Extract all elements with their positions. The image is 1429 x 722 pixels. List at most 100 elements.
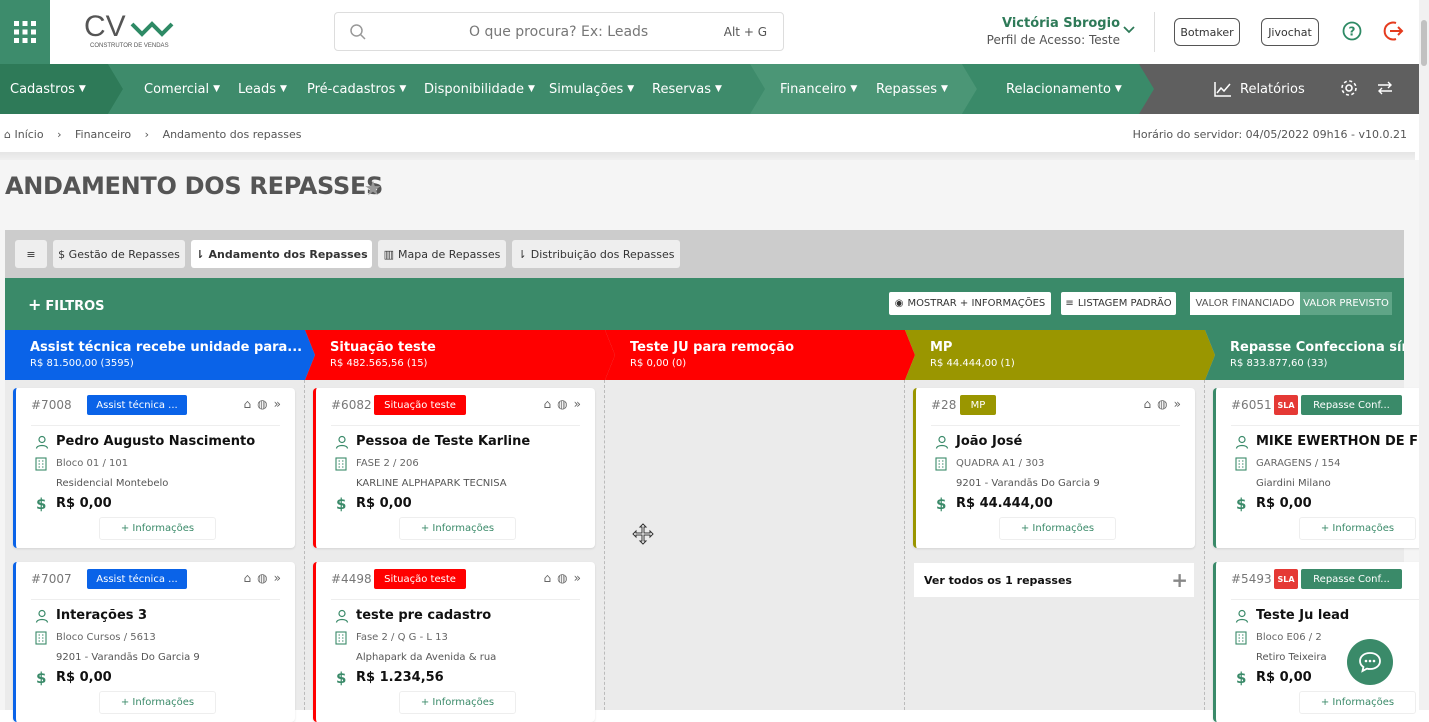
dollar-icon: $: [336, 495, 347, 513]
swap-icon[interactable]: [1377, 80, 1393, 96]
repasse-card[interactable]: #6082 Situação teste ⌂ ◍ » Pessoa de Teste Ka…: [313, 388, 595, 548]
chevron-down-icon: ▼: [715, 84, 722, 94]
double-chevron-right-icon[interactable]: »: [1174, 397, 1181, 411]
more-info-button[interactable]: + Informações: [99, 691, 216, 714]
map-icon: ▥: [383, 247, 395, 261]
chevron-down-icon: ▼: [528, 84, 535, 94]
botmaker-button[interactable]: Botmaker: [1174, 18, 1240, 46]
user-circle-icon[interactable]: ◍: [257, 571, 267, 585]
double-chevron-right-icon[interactable]: »: [274, 397, 281, 411]
show-more-info-button[interactable]: ◉ MOSTRAR + INFORMAÇÕES: [889, 292, 1051, 315]
tab-distribuicao[interactable]: ⇂ Distribuição dos Repasses: [512, 240, 680, 268]
card-value: R$ 0,00: [1256, 496, 1312, 511]
plus-icon[interactable]: +: [1171, 568, 1188, 592]
more-info-button[interactable]: + Informações: [999, 517, 1116, 540]
client-name[interactable]: teste pre cadastro: [356, 608, 491, 623]
expected-value-option[interactable]: VALOR PREVISTO: [1300, 292, 1392, 315]
user-circle-icon[interactable]: ◍: [257, 397, 267, 411]
gear-icon[interactable]: [1340, 79, 1358, 97]
financed-value-option[interactable]: VALOR FINANCIADO: [1190, 292, 1300, 315]
nav-leads[interactable]: Leads ▼: [238, 64, 287, 114]
search-input[interactable]: O que procura? Ex: Leads Alt + G: [334, 12, 784, 51]
home-icon[interactable]: ⌂: [544, 397, 552, 411]
home-icon[interactable]: ⌂: [4, 128, 11, 141]
client-name[interactable]: João José: [956, 434, 1022, 449]
user-circle-icon[interactable]: ◍: [1157, 397, 1167, 411]
home-icon[interactable]: ⌂: [544, 571, 552, 585]
double-chevron-right-icon[interactable]: »: [274, 571, 281, 585]
user-menu[interactable]: Victória Sbrogio Perfil de Acesso: Teste: [970, 16, 1120, 47]
more-info-button[interactable]: + Informações: [1299, 517, 1416, 540]
nav-reservas[interactable]: Reservas ▼: [652, 64, 722, 114]
column-header[interactable]: Repasse Confecciona sínte R$ 833.877,60 (…: [1205, 330, 1404, 380]
filters-toggle[interactable]: + FILTROS: [28, 295, 105, 314]
double-chevron-right-icon[interactable]: »: [574, 397, 581, 411]
move-cursor-icon: [632, 523, 654, 545]
enterprise-label: Giardini Milano: [1256, 478, 1331, 489]
user-circle-icon[interactable]: ◍: [557, 397, 567, 411]
chevron-down-icon[interactable]: [1123, 26, 1135, 34]
standard-listing-button[interactable]: ≡ LISTAGEM PADRÃO: [1061, 292, 1176, 315]
tab-mapa[interactable]: ▥ Mapa de Repasses: [378, 240, 506, 268]
menu-toggle-button[interactable]: ≡: [15, 240, 47, 268]
nav-relacionamento[interactable]: Relacionamento ▼: [1006, 64, 1122, 114]
building-icon: [935, 457, 947, 471]
breadcrumb-financeiro[interactable]: Financeiro: [75, 128, 131, 141]
more-info-button[interactable]: + Informações: [1299, 691, 1416, 714]
nav-cadastros[interactable]: Cadastros ▼: [10, 64, 86, 114]
repasse-card[interactable]: #5493SLARepasse Conf...⌂◍»Teste Ju leadB…: [1213, 562, 1429, 722]
repasse-card[interactable]: #4498 Situação teste ⌂ ◍ » teste pre cadastro…: [313, 562, 595, 722]
client-name[interactable]: Teste Ju lead: [1256, 608, 1349, 623]
client-name[interactable]: Pedro Augusto Nascimento: [56, 434, 255, 449]
logo[interactable]: CV CONSTRUTOR DE VENDAS: [84, 10, 176, 50]
breadcrumb-home[interactable]: Início: [14, 128, 43, 141]
nav-simulacoes[interactable]: Simulações ▼: [549, 64, 634, 114]
home-icon[interactable]: ⌂: [244, 571, 252, 585]
client-name[interactable]: Pessoa de Teste Karline: [356, 434, 530, 449]
search-shortcut: Alt + G: [723, 25, 767, 39]
nav-relatorios[interactable]: Relatórios: [1214, 64, 1305, 114]
main-nav: Cadastros ▼ Comercial ▼ Leads ▼ Pré-cadastr…: [0, 64, 1419, 114]
column-header[interactable]: MP R$ 44.444,00 (1): [905, 330, 1205, 380]
repasse-card[interactable]: #7008 Assist técnica ... ⌂ ◍ » Pedro Augusto …: [13, 388, 295, 548]
client-name[interactable]: Interações 3: [56, 608, 147, 623]
scrollbar[interactable]: [1419, 0, 1429, 710]
jivochat-button[interactable]: Jivochat: [1261, 18, 1319, 46]
more-info-button[interactable]: + Informações: [99, 517, 216, 540]
nav-comercial[interactable]: Comercial ▼: [144, 64, 220, 114]
more-info-button[interactable]: + Informações: [399, 517, 516, 540]
nav-financeiro[interactable]: Financeiro ▼: [780, 64, 857, 114]
column-header[interactable]: Assist técnica recebe unidade para... R$ …: [5, 330, 305, 380]
nav-disponibilidade[interactable]: Disponibilidade ▼: [424, 64, 535, 114]
tab-gestao[interactable]: $ Gestão de Repasses: [53, 240, 185, 268]
logout-icon[interactable]: [1383, 20, 1405, 42]
tab-andamento[interactable]: ⇂ Andamento dos Repasses: [191, 240, 372, 268]
chevron-down-icon: ▼: [78, 84, 86, 94]
double-chevron-right-icon[interactable]: »: [574, 571, 581, 585]
repasse-card[interactable]: #6051SLARepasse Conf...⌂◍»MIKE EWERTHON …: [1213, 388, 1429, 548]
more-info-button[interactable]: + Informações: [399, 691, 516, 714]
star-icon[interactable]: ★: [364, 176, 382, 200]
help-icon[interactable]: ?: [1342, 21, 1362, 41]
home-icon[interactable]: ⌂: [244, 397, 252, 411]
repasse-card[interactable]: #7007 Assist técnica ... ⌂ ◍ » Interações 3 Bl…: [13, 562, 295, 722]
user-circle-icon[interactable]: ◍: [557, 571, 567, 585]
column-header[interactable]: Situação teste R$ 482.565,56 (15): [305, 330, 605, 380]
nav-repasses[interactable]: Repasses ▼: [876, 64, 948, 114]
apps-grid-icon[interactable]: [0, 0, 50, 64]
sla-badge: SLA: [1274, 395, 1298, 415]
list-icon: ≡: [1065, 298, 1074, 309]
scrollbar-thumb[interactable]: [1421, 20, 1427, 66]
unit-label: Bloco 01 / 101: [56, 458, 129, 469]
divider: [331, 425, 580, 426]
client-name[interactable]: MIKE EWERTHON DE F: [1256, 434, 1418, 449]
column-header[interactable]: Teste JU para remoção R$ 0,00 (0): [605, 330, 905, 380]
card-value: R$ 0,00: [356, 496, 412, 511]
user-name: Victória Sbrogio: [1001, 16, 1120, 31]
repasse-card[interactable]: #28 MP ⌂ ◍ » João José QUADRA A1 / 303 9201 - V…: [913, 388, 1195, 548]
nav-pre-cadastros[interactable]: Pré-cadastros ▼: [307, 64, 406, 114]
view-all-button[interactable]: Ver todos os 1 repasses +: [914, 563, 1194, 597]
home-icon[interactable]: ⌂: [1144, 397, 1152, 411]
chat-button[interactable]: [1347, 639, 1393, 685]
unit-label: Bloco E06 / 2: [1256, 632, 1322, 643]
